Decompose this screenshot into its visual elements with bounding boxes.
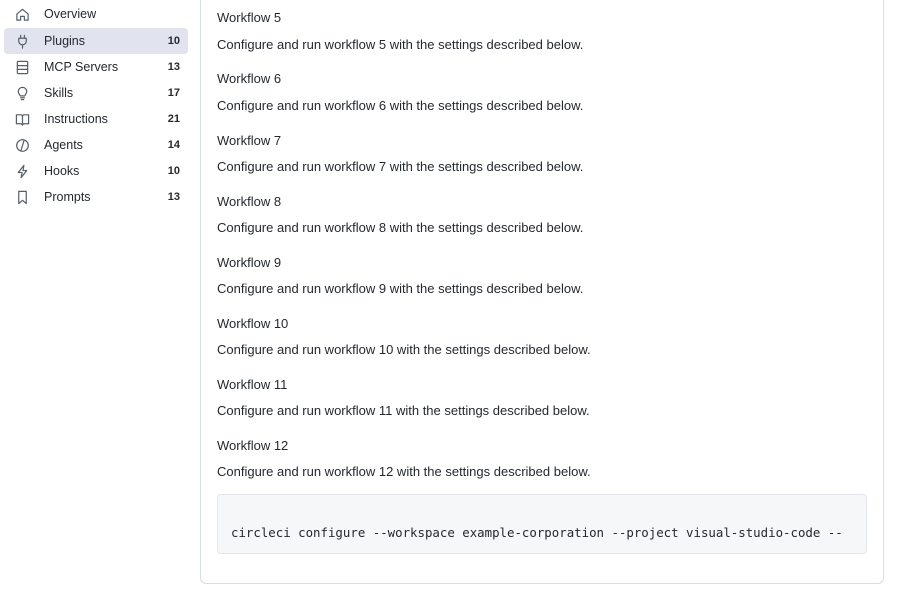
sidebar-item-label: Hooks [44,164,80,178]
home-icon [14,6,30,22]
workflow-description: Configure and run workflow 12 with the s… [217,464,591,479]
sidebar-item-count: 21 [167,113,180,125]
plug-icon [14,33,30,49]
workflow-title: Workflow 12 [217,438,289,453]
workflow-description: Configure and run workflow 5 with the se… [217,37,584,52]
sidebar-item-count: 14 [167,139,180,151]
workflow-title: Workflow 9 [217,255,282,270]
sidebar-item-label: Plugins [44,34,85,48]
sidebar-item-label: Overview [44,7,97,21]
workflow-title: Workflow 8 [217,194,282,209]
workflow-title: Workflow 5 [217,10,282,25]
sidebar-item-agents[interactable]: Agents 14 [4,132,188,158]
server-icon [14,59,30,75]
workflow-title: Workflow 11 [217,377,288,392]
sidebar-item-label: Prompts [44,190,91,204]
sidebar-item-label: Skills [44,86,74,100]
lightbulb-icon [14,85,30,101]
workflow-description: Configure and run workflow 7 with the se… [217,159,584,174]
sidebar-item-mcp-servers[interactable]: MCP Servers 13 [4,54,188,80]
workflow-title: Workflow 7 [217,133,282,148]
sidebar-item-count: 17 [167,87,180,99]
sidebar: Overview Plugins 10 MCP Servers 13 Skill… [0,0,192,600]
workflow-title: Workflow 6 [217,71,282,86]
book-icon [14,111,30,127]
sidebar-item-overview[interactable]: Overview [4,1,188,27]
lightning-icon [14,163,30,179]
bookmark-icon [14,189,30,205]
sidebar-item-count: 13 [167,191,180,203]
content-panel: Workflow 5 Configure and run workflow 5 … [200,0,884,584]
sidebar-item-label: Agents [44,138,83,152]
sidebar-item-count: 13 [167,61,180,73]
sidebar-item-plugins[interactable]: Plugins 10 [4,28,188,54]
workflow-description: Configure and run workflow 10 with the s… [217,342,591,357]
workflow-description: Configure and run workflow 9 with the se… [217,281,584,296]
sidebar-item-prompts[interactable]: Prompts 13 [4,184,188,210]
workflow-description: Configure and run workflow 8 with the se… [217,220,584,235]
workflow-title: Workflow 10 [217,316,289,331]
sidebar-item-label: Instructions [44,112,108,126]
agent-icon [14,137,30,153]
sidebar-item-count: 10 [167,165,180,177]
app: Overview Plugins 10 MCP Servers 13 Skill… [0,0,900,600]
sidebar-item-skills[interactable]: Skills 17 [4,80,188,106]
code-command: circleci configure --workspace example-c… [231,525,843,540]
sidebar-item-label: MCP Servers [44,60,119,74]
sidebar-item-instructions[interactable]: Instructions 21 [4,106,188,132]
sidebar-item-hooks[interactable]: Hooks 10 [4,158,188,184]
workflow-description: Configure and run workflow 11 with the s… [217,403,590,418]
code-block[interactable]: circleci configure --workspace example-c… [217,494,867,554]
sidebar-item-count: 10 [167,35,180,47]
workflow-description: Configure and run workflow 6 with the se… [217,98,584,113]
